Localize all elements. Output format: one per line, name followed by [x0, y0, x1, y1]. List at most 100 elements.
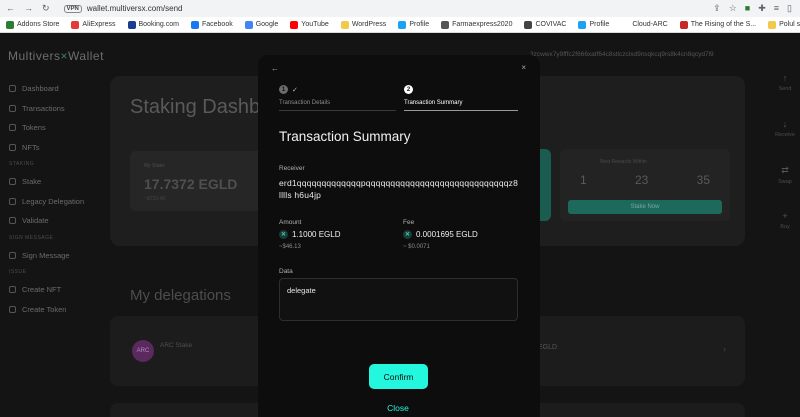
sidebar-section-heading: STAKING: [9, 161, 35, 167]
share-icon[interactable]: ⇪: [713, 3, 721, 14]
sidebar-item-tokens[interactable]: Tokens: [0, 118, 100, 138]
bookmark-item[interactable]: Cloud-ARC: [615, 20, 673, 29]
sidebar-item-legacy-delegation[interactable]: Legacy Delegation: [0, 192, 100, 212]
delegation-amount: EGLD: [538, 344, 558, 351]
bookmark-item[interactable]: Polul sud si polul n...: [762, 20, 800, 29]
data-field[interactable]: delegate: [279, 278, 518, 321]
close-icon[interactable]: ×: [521, 63, 526, 72]
bookmark-item[interactable]: Booking.com: [122, 20, 185, 29]
sidebar-item-nfts[interactable]: NFTs: [0, 138, 100, 158]
bookmark-label: Profile: [589, 21, 610, 28]
countdown-hours: 23: [634, 173, 649, 187]
x-token-icon: ✕: [279, 230, 288, 239]
sidebar-item-stake[interactable]: Stake: [0, 172, 100, 192]
bookmark-favicon-icon: [71, 20, 80, 29]
reading-list-icon[interactable]: ≡: [774, 3, 779, 14]
back-arrow-icon[interactable]: ←: [6, 3, 15, 14]
sidebar-item-sign-message[interactable]: Sign Message: [0, 246, 100, 266]
data-value: delegate: [287, 286, 316, 295]
action-rail: ↑ Send ↓ Receive ⇄ Swap + Buy: [770, 73, 800, 257]
balance-usd: ~$733.48: [144, 196, 165, 202]
bookmark-favicon-icon: [679, 20, 688, 29]
step-number: 2: [404, 85, 413, 94]
check-icon: ✓: [292, 86, 298, 94]
amount-text: 1.1000 EGLD: [292, 230, 341, 239]
bookmark-label: Google: [255, 21, 279, 28]
bookmark-favicon-icon: [244, 20, 253, 29]
x-token-icon: ✕: [403, 230, 412, 239]
bookmark-label: Facebook: [201, 21, 233, 28]
confirm-button[interactable]: Confirm: [369, 364, 428, 389]
bookmark-label: Farmaexpress2020: [452, 21, 513, 28]
bookmark-favicon-icon: [290, 20, 299, 29]
provider-name: ARC Stake: [160, 342, 193, 349]
send-icon: ↑: [782, 73, 788, 83]
logo-suffix: Wallet: [68, 49, 104, 63]
sidepanel-icon[interactable]: ▯: [787, 3, 792, 14]
bookmark-item[interactable]: Addons Store: [0, 20, 65, 29]
sidebar-item-label: NFTs: [22, 142, 40, 152]
bookmark-label: AliExpress: [82, 21, 116, 28]
bookmark-item[interactable]: Profile: [392, 20, 435, 29]
reload-icon[interactable]: ↻: [42, 3, 50, 14]
sidebar-item-create-token[interactable]: Create Token: [0, 300, 100, 320]
modal-title: Transaction Summary: [279, 129, 411, 144]
bookmark-item[interactable]: The Rising of the S...: [674, 20, 762, 29]
action-label: Buy: [780, 224, 790, 230]
site-info-icon[interactable]: VPN: [63, 4, 82, 13]
sidebar-item-transactions[interactable]: Transactions: [0, 99, 100, 119]
close-button[interactable]: Close: [378, 403, 418, 413]
bookmark-item[interactable]: Profile: [572, 20, 615, 29]
chevron-right-icon[interactable]: ›: [723, 344, 726, 354]
sidebar-item-create-nft[interactable]: Create NFT: [0, 280, 100, 300]
receiver-label: Receiver: [279, 165, 305, 172]
sidebar-item-icon: [9, 251, 16, 259]
puzzle-icon[interactable]: ✚: [758, 3, 766, 14]
bookmark-item[interactable]: AliExpress: [65, 20, 121, 29]
sidebar-item-icon: [9, 143, 16, 151]
countdown-days: 1: [580, 173, 587, 187]
action-label: Send: [778, 86, 792, 92]
bookmark-item[interactable]: Google: [239, 20, 285, 29]
url-text[interactable]: wallet.multiversx.com/send: [87, 4, 183, 13]
forward-arrow-icon[interactable]: →: [24, 3, 33, 14]
balance-value: 17.7372 EGLD: [144, 176, 238, 192]
amount-label: Amount: [279, 219, 302, 226]
step-label: Transaction Details: [279, 100, 331, 106]
countdown-minutes: 35: [696, 173, 710, 187]
sidebar-item-icon: [9, 305, 16, 313]
bookmark-favicon-icon: [621, 20, 630, 29]
stake-now-button[interactable]: Stake Now: [568, 200, 722, 214]
sidebar-item-label: Stake: [22, 177, 42, 187]
sidebar-item-icon: [9, 178, 16, 186]
action-receive[interactable]: ↓ Receive: [770, 119, 800, 165]
bookmark-item[interactable]: Facebook: [185, 20, 239, 29]
action-send[interactable]: ↑ Send: [770, 73, 800, 119]
reward-card: Next Rewards Within 1 23 35 Stake Now: [560, 149, 730, 221]
extension-icon[interactable]: ■: [745, 3, 750, 14]
bookmark-item[interactable]: COVIVAC: [518, 20, 572, 29]
action-swap[interactable]: ⇄ Swap: [770, 165, 800, 211]
back-arrow-icon[interactable]: ←: [271, 64, 279, 73]
address-bar[interactable]: VPN wallet.multiversx.com/send: [63, 4, 183, 13]
sidebar-item-dashboard[interactable]: Dashboard: [0, 79, 100, 99]
sidebar-section-heading: SIGN MESSAGE: [9, 234, 54, 241]
sidebar-item-icon: [9, 104, 16, 112]
sidebar-item-icon: [9, 286, 16, 294]
sidebar-item-icon: [9, 217, 16, 225]
buy-icon: +: [782, 211, 788, 221]
transaction-summary-modal: ← × 1 ✓ 2 Transaction Details Transactio…: [258, 55, 540, 417]
action-buy[interactable]: + Buy: [770, 211, 800, 257]
bookmark-item[interactable]: Farmaexpress2020: [435, 20, 518, 29]
amount-usd: ~$46.13: [279, 244, 301, 250]
bookmark-item[interactable]: WordPress: [335, 20, 393, 29]
balance-label: My Stake: [144, 163, 165, 169]
star-icon[interactable]: ☆: [729, 3, 737, 14]
app-logo[interactable]: Multivers×Wallet: [8, 49, 104, 63]
bookmark-label: YouTube: [301, 21, 329, 28]
amount-value: ✕ 1.1000 EGLD: [279, 230, 340, 239]
wallet-address[interactable]: 3zcwwx7y9fffc2f666xatf64c8stlczclxd9nsqk…: [530, 51, 714, 58]
sidebar-item-validate[interactable]: Validate: [0, 211, 100, 231]
receive-icon: ↓: [782, 119, 788, 129]
bookmark-item[interactable]: YouTube: [284, 20, 335, 29]
